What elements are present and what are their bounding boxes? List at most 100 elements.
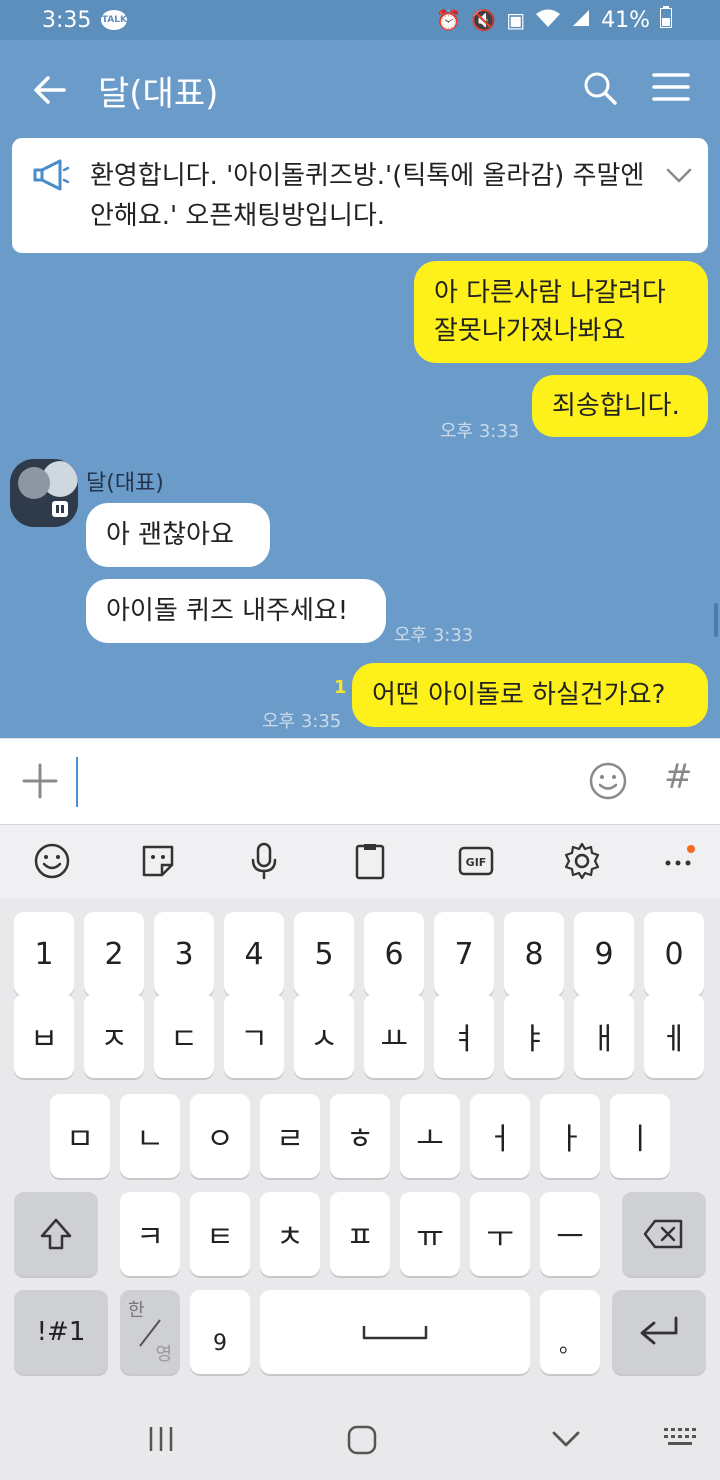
key[interactable]: 7 <box>434 912 494 996</box>
key[interactable]: 9 <box>574 912 634 996</box>
clipboard-icon[interactable] <box>350 841 390 881</box>
battery-saver-icon: ▣ <box>506 8 526 32</box>
key[interactable]: 1 <box>14 912 74 996</box>
key[interactable]: ㅏ <box>540 1094 600 1178</box>
key[interactable]: ㅊ <box>260 1192 320 1276</box>
battery-percentage: 41% <box>601 7 650 33</box>
my-message-bubble[interactable]: 아 다른사람 나갈려다 잘못나가졌나봐요 <box>414 261 708 363</box>
microphone-icon[interactable] <box>244 841 284 881</box>
key[interactable]: ㅔ <box>644 994 704 1078</box>
key[interactable]: ㅅ <box>294 994 354 1078</box>
unread-count: 1 <box>334 677 347 698</box>
keyboard-hide-icon[interactable] <box>662 1424 698 1458</box>
comma-key[interactable]: 9 <box>190 1290 250 1374</box>
recent-apps-icon[interactable] <box>146 1424 176 1458</box>
chevron-down-icon[interactable] <box>662 158 696 192</box>
home-icon[interactable] <box>346 1424 378 1460</box>
message-time: 오후 3:33 <box>440 421 520 442</box>
status-bar: 3:35 TALK ⏰ 🔇 ▣ 41% <box>0 0 720 40</box>
key[interactable]: ㅐ <box>574 994 634 1078</box>
message-time: 오후 3:33 <box>394 625 474 646</box>
avatar[interactable] <box>10 459 78 527</box>
enter-icon <box>640 1316 678 1345</box>
key[interactable]: ㅈ <box>84 994 144 1078</box>
message-input[interactable] <box>76 757 78 807</box>
system-nav-bar <box>0 1396 720 1480</box>
backspace-icon <box>643 1219 683 1249</box>
key[interactable]: ㅁ <box>50 1094 110 1178</box>
backspace-key[interactable] <box>622 1192 706 1276</box>
enter-key[interactable] <box>612 1290 706 1374</box>
chat-title: 달(대표) <box>98 74 219 114</box>
message-time: 오후 3:35 <box>262 711 342 732</box>
settings-icon[interactable] <box>562 841 602 881</box>
sticker-icon[interactable] <box>138 841 178 881</box>
wifi-icon <box>535 8 561 33</box>
plus-icon[interactable] <box>22 763 58 799</box>
key[interactable]: ㄷ <box>154 994 214 1078</box>
notice-text: 환영합니다. '아이돌퀴즈방.'(틱톡에 올라감) 주말엔 안해요.' 오픈채팅… <box>90 161 645 231</box>
key[interactable]: ㅕ <box>434 994 494 1078</box>
gif-icon[interactable]: GIF <box>456 841 496 881</box>
key[interactable]: 6 <box>364 912 424 996</box>
battery-icon <box>660 6 672 34</box>
key[interactable]: 5 <box>294 912 354 996</box>
svg-text:GIF: GIF <box>466 856 487 869</box>
key[interactable]: ㄴ <box>120 1094 180 1178</box>
my-message-bubble[interactable]: 죄송합니다. <box>532 375 708 437</box>
key[interactable]: ㄹ <box>260 1094 320 1178</box>
message-text: 아 괜찮아요 <box>106 520 234 550</box>
keyboard-toolbar: GIF <box>0 824 720 898</box>
menu-icon[interactable] <box>652 72 690 102</box>
key[interactable]: 2 <box>84 912 144 996</box>
key[interactable]: ㅜ <box>470 1192 530 1276</box>
back-icon[interactable] <box>550 1424 582 1458</box>
their-message-bubble[interactable]: 아이돌 퀴즈 내주세요! <box>86 579 386 643</box>
keyboard: 1 2 3 4 5 6 7 8 9 0 ㅂ ㅈ ㄷ ㄱ ㅅ ㅛ ㅕ ㅑ ㅐ ㅔ … <box>0 898 720 1396</box>
shift-key[interactable] <box>14 1192 98 1276</box>
key[interactable]: ㅍ <box>330 1192 390 1276</box>
chat-scrollbar[interactable] <box>714 603 718 637</box>
symbols-key[interactable]: !#1 <box>14 1290 108 1374</box>
key[interactable]: ㅎ <box>330 1094 390 1178</box>
key[interactable]: ㅑ <box>504 994 564 1078</box>
search-icon[interactable] <box>582 70 618 106</box>
language-toggle-key[interactable]: 한 영 <box>120 1290 180 1374</box>
key[interactable]: ㅠ <box>400 1192 460 1276</box>
key[interactable]: ㅂ <box>14 994 74 1078</box>
key[interactable]: ㄱ <box>224 994 284 1078</box>
chat-area[interactable]: 아 다른사람 나갈려다 잘못나가졌나봐요 오후 3:33 죄송합니다. 달(대표… <box>0 253 720 738</box>
key[interactable]: ㅌ <box>190 1192 250 1276</box>
emoji-icon[interactable] <box>588 761 628 801</box>
mute-icon: 🔇 <box>471 8 497 32</box>
key[interactable]: ㅣ <box>610 1094 670 1178</box>
alarm-icon: ⏰ <box>436 8 462 32</box>
my-message-bubble[interactable]: 어떤 아이돌로 하실건가요? <box>352 663 708 727</box>
hashtag-button[interactable]: # <box>664 757 693 797</box>
their-message-bubble[interactable]: 아 괜찮아요 <box>86 503 270 567</box>
talk-notification-icon: TALK <box>101 10 128 30</box>
status-time: 3:35 <box>42 7 92 33</box>
key[interactable]: 3 <box>154 912 214 996</box>
message-input-bar: # <box>0 738 720 824</box>
key[interactable]: ㅋ <box>120 1192 180 1276</box>
message-text: 아 다른사람 나갈려다 잘못나가졌나봐요 <box>434 278 666 346</box>
emoji-icon[interactable] <box>32 841 72 881</box>
signal-icon <box>571 8 591 33</box>
key[interactable]: 4 <box>224 912 284 996</box>
key[interactable]: ㅛ <box>364 994 424 1078</box>
back-arrow-icon[interactable] <box>30 70 70 110</box>
key[interactable]: ㅓ <box>470 1094 530 1178</box>
period-key[interactable]: 。 <box>540 1290 600 1374</box>
space-key[interactable] <box>260 1290 530 1374</box>
notice-banner[interactable]: 환영합니다. '아이돌퀴즈방.'(틱톡에 올라감) 주말엔 안해요.' 오픈채팅… <box>12 138 708 253</box>
key[interactable]: ㅗ <box>400 1094 460 1178</box>
more-icon[interactable] <box>660 841 700 881</box>
chat-header: 달(대표) <box>0 40 720 138</box>
key[interactable]: ㅡ <box>540 1192 600 1276</box>
key[interactable]: 8 <box>504 912 564 996</box>
key[interactable]: ㅇ <box>190 1094 250 1178</box>
key[interactable]: 0 <box>644 912 704 996</box>
sender-name: 달(대표) <box>86 471 164 496</box>
lang-english-label: 영 <box>155 1344 172 1365</box>
